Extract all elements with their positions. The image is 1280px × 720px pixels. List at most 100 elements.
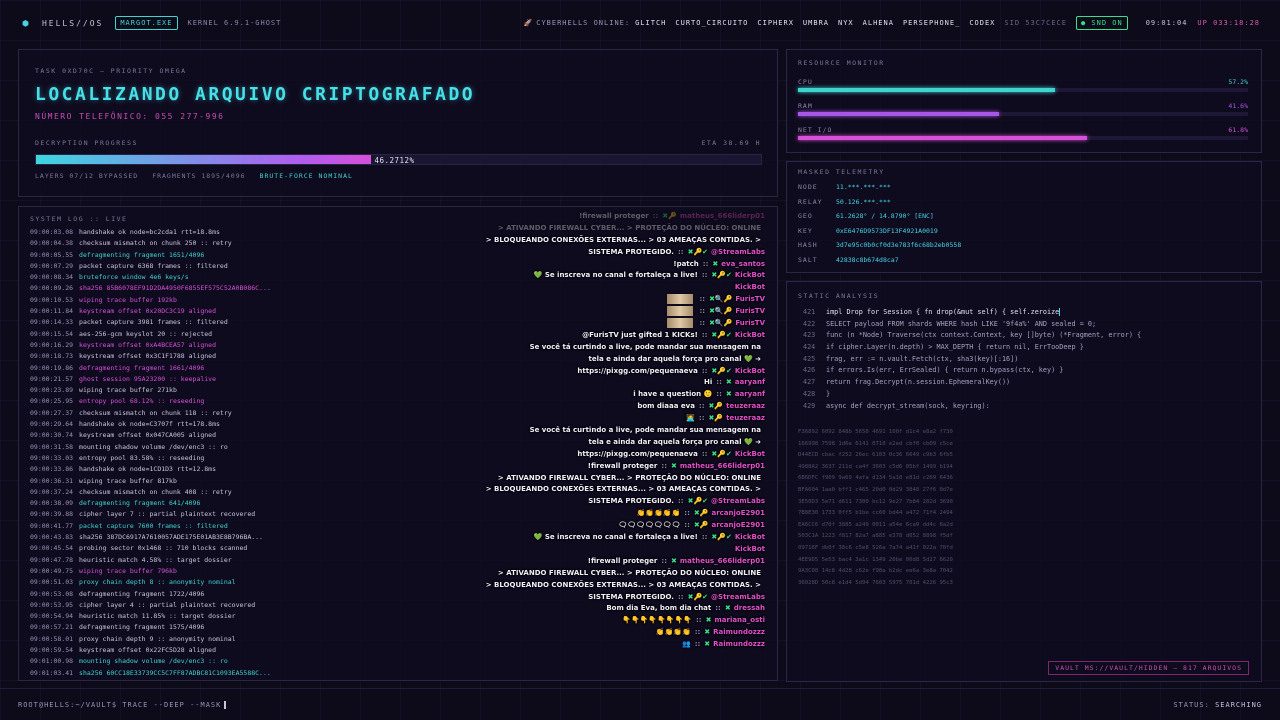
chat-username[interactable]: aaryanf [735, 378, 765, 386]
code-text: SELECT payload FROM shards WHERE hash LI… [826, 319, 1097, 328]
log-line: 09:00:51.03 proxy chain depth 8 :: anonym… [30, 577, 330, 588]
chat-text: tela e ainda dar aquela força pro canal … [588, 437, 761, 446]
chat-username[interactable]: KickBot [735, 367, 765, 375]
chat-username[interactable]: aaryanf [735, 390, 765, 398]
chat-badges-icon: ✖🔍🔑 [709, 295, 733, 304]
chat-text: 💚 Se inscreva no canal e fortaleça a liv… [533, 271, 698, 280]
online-user[interactable]: CODEX [969, 19, 995, 27]
meter-label: CPU [798, 78, 813, 86]
log-timestamp: 09:00:57.21 [30, 623, 74, 632]
log-timestamp: 09:00:19.86 [30, 363, 74, 372]
online-user[interactable]: GLITCH [635, 19, 666, 27]
meter-netio: NET I/O 61.8% [798, 126, 1248, 140]
log-message: cipher layer 4 :: partial plaintext reco… [79, 600, 256, 609]
chat-message: Bom dia Eva, bom dia chat:: ✖ dressah [325, 603, 765, 615]
uptime: UP 033:18:28 [1197, 19, 1260, 27]
log-line: 09:00:14.33 packet capture 3981 frames ::… [30, 317, 330, 328]
chat-username[interactable]: teuzeraaz [726, 414, 765, 422]
sound-toggle[interactable]: ● SND ON [1075, 16, 1128, 30]
log-timestamp: 09:01:00.98 [30, 657, 74, 666]
chat-username[interactable]: mariana_osti [714, 616, 765, 624]
command-prompt[interactable]: ROOT@HELLS:~/VAULT$ TRACE --DEEP --MASK [18, 701, 221, 709]
chat-username[interactable]: arcanjoE2901 [711, 521, 765, 529]
log-line: 09:00:33.03 entropy pool 83.58% :: reseed… [30, 453, 330, 464]
status-label: STATUS: [1173, 700, 1210, 709]
online-user[interactable]: NYX [838, 19, 854, 27]
line-number: 427 [803, 378, 816, 387]
code-text: if errors.Is(err, ErrSealed) { return n.… [826, 366, 1064, 375]
chat-text: Bom dia Eva, bom dia chat [606, 604, 712, 613]
chat-username[interactable]: KickBot [735, 450, 765, 458]
log-message: aes-256-gcm keyslot 20 :: rejected [79, 329, 213, 338]
log-timestamp: 09:00:11.84 [30, 307, 74, 316]
chat-username[interactable]: dressah [734, 604, 765, 612]
log-timestamp: 09:00:51.03 [30, 578, 74, 587]
online-label: CYBERHELLS ONLINE: [536, 19, 631, 27]
chat-text: 💚 Se inscreva no canal e fortaleça a liv… [533, 533, 698, 542]
chat-username[interactable]: matheus_666liderp01 [680, 212, 765, 220]
chat-username[interactable]: FurisTV [735, 307, 765, 315]
chat-text: 👥 [681, 640, 691, 649]
chat-message: > ATIVANDO FIREWALL CYBER... > PROTEÇÃO … [325, 568, 765, 580]
chat-separator: :: [716, 390, 722, 399]
chat-username[interactable]: KickBot [735, 331, 765, 339]
chat-username[interactable]: FurisTV [735, 319, 765, 327]
chat-overlay[interactable]: !firewall proteger:: ✖🔑 matheus_666liderp0… [325, 211, 765, 680]
process-chip[interactable]: MARGOT.EXE [115, 16, 178, 30]
chat-username[interactable]: @StreamLabs [711, 248, 765, 256]
chat-username[interactable]: arcanjoE2901 [711, 509, 765, 517]
chat-username[interactable]: @StreamLabs [711, 497, 765, 505]
chat-separator: :: [701, 271, 708, 280]
log-message: keystream offset 0x22FC5D28 aligned [79, 645, 217, 654]
chat-username[interactable]: matheus_666liderp01 [680, 462, 765, 470]
online-user[interactable]: CURTO_CIRCUITO [675, 19, 748, 27]
online-user[interactable]: ALHENA [863, 19, 894, 27]
chat-username[interactable]: Raimundozzz [713, 628, 765, 636]
chat-badges-icon: ✖ [704, 640, 711, 649]
log-timestamp: 09:00:25.95 [30, 397, 74, 406]
log-message: bruteforce window 4e6 keys/s [79, 273, 189, 282]
chat-username[interactable]: KickBot [735, 533, 765, 541]
code-text: if cipher.Layer(n.depth) > MAX_DEPTH { r… [826, 343, 1084, 352]
chat-separator: :: [684, 521, 690, 530]
progress-fill [36, 155, 372, 164]
chat-message: KickBot [325, 544, 765, 556]
chat-separator: :: [694, 628, 701, 637]
chat-message: !firewall proteger:: ✖🔑 matheus_666liderp0… [325, 211, 765, 223]
online-user[interactable]: CIPHERX [757, 19, 794, 27]
chat-message: !firewall proteger:: ✖ matheus_666liderp01 [325, 461, 765, 473]
chat-username[interactable]: Raimundozzz [713, 640, 765, 648]
chat-username[interactable]: KickBot [735, 283, 765, 291]
chat-username[interactable]: KickBot [735, 271, 765, 279]
chat-username[interactable]: @StreamLabs [711, 593, 765, 601]
kernel-version: KERNEL 6.9.1-GHOST [187, 19, 282, 27]
online-user[interactable]: PERSEPHONE_ [903, 19, 960, 27]
code-line: 424 if cipher.Layer(n.depth) > MAX_DEPTH … [803, 342, 1141, 354]
online-user[interactable]: UMBRA [803, 19, 829, 27]
chat-username[interactable]: eva_santos [721, 260, 765, 268]
log-timestamp: 09:00:31.58 [30, 442, 74, 451]
log-line: 09:00:39.88 cipher layer 7 :: partial pla… [30, 509, 330, 520]
chat-badges-icon: ✖🔍🔑 [709, 307, 733, 316]
chat-text: 🧑‍💻 [686, 414, 695, 423]
log-title: SYSTEM LOG :: LIVE [30, 215, 128, 223]
meter-ram: RAM 41.6% [798, 102, 1248, 116]
line-number: 423 [803, 331, 816, 340]
chat-message: > ATIVANDO FIREWALL CYBER... > PROTEÇÃO … [325, 473, 765, 485]
chat-username[interactable]: KickBot [735, 545, 765, 553]
chat-username[interactable]: matheus_666liderp01 [680, 557, 765, 565]
telemetry-row: RELAY 50.126.***.*** [798, 198, 891, 213]
log-list[interactable]: 09:00:03.08 handshake ok node=bc2cda1 rtt… [30, 227, 330, 680]
vault-path-badge[interactable]: VAULT MS://VAULT/HIDDEN — 817 ARQUIVOS [1048, 661, 1249, 675]
chat-username[interactable]: teuzeraaz [726, 402, 765, 410]
telemetry-row: SALT 42838c8b674d8ca7 [798, 256, 899, 271]
hex-line: BFA604 1aa0 bff1 c465 20d0 0d29 3848 27f… [798, 486, 953, 493]
chat-badges-icon: ✖🔑 [662, 212, 677, 220]
chat-message: :: ✖🔍🔑 FurisTV [325, 306, 765, 318]
log-message: sha256 387DC6917A7610057ADE175E01AB3E8B7… [79, 533, 263, 542]
progress-value: 46.2712% [374, 156, 415, 165]
chat-username[interactable]: FurisTV [735, 295, 765, 303]
code-line: 426 if errors.Is(err, ErrSealed) { return… [803, 365, 1141, 377]
chat-message: bom diaaa eva:: ✖🔑 teuzeraaz [325, 401, 765, 413]
chat-text: 👏👏👏👏 [655, 628, 691, 637]
